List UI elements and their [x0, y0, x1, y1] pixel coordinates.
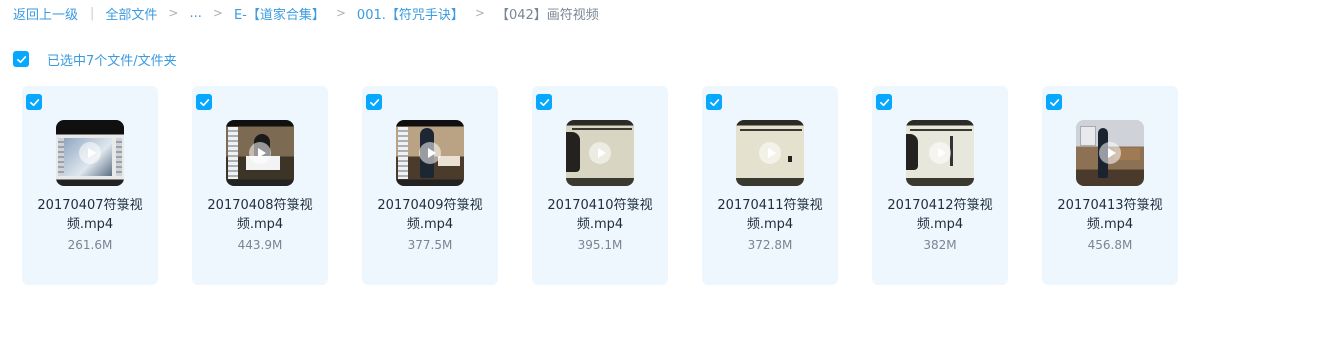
- file-checkbox[interactable]: [26, 94, 42, 110]
- file-name[interactable]: 20170408符箓视频.mp4: [200, 196, 320, 234]
- file-checkbox[interactable]: [536, 94, 552, 110]
- breadcrumb: 返回上一级 | 全部文件 > ... > E-【道家合集】 > 001.【符咒手…: [13, 4, 599, 23]
- video-thumbnail[interactable]: [566, 120, 634, 186]
- selection-count-label: 已选中7个文件/文件夹: [47, 53, 177, 69]
- play-icon: [1099, 142, 1121, 164]
- chevron-right-icon: >: [168, 6, 179, 20]
- check-icon: [29, 98, 39, 106]
- breadcrumb-level2[interactable]: 001.【符咒手诀】: [357, 4, 464, 23]
- file-card[interactable]: 20170409符箓视频.mp4 377.5M: [362, 86, 498, 285]
- check-icon: [709, 98, 719, 106]
- file-size: 395.1M: [577, 238, 623, 252]
- file-card[interactable]: 20170407符箓视频.mp4 261.6M: [22, 86, 158, 285]
- file-card[interactable]: 20170410符箓视频.mp4 395.1M: [532, 86, 668, 285]
- play-icon: [759, 142, 781, 164]
- check-icon: [199, 98, 209, 106]
- file-checkbox[interactable]: [706, 94, 722, 110]
- video-thumbnail[interactable]: [56, 120, 124, 186]
- file-name[interactable]: 20170410符箓视频.mp4: [540, 196, 660, 234]
- video-thumbnail[interactable]: [226, 120, 294, 186]
- play-icon: [419, 142, 441, 164]
- play-icon: [589, 142, 611, 164]
- file-name[interactable]: 20170413符箓视频.mp4: [1050, 196, 1170, 234]
- video-thumbnail[interactable]: [906, 120, 974, 186]
- check-icon: [1049, 98, 1059, 106]
- check-icon: [16, 55, 26, 63]
- chevron-right-icon: >: [474, 6, 485, 20]
- file-name[interactable]: 20170412符箓视频.mp4: [880, 196, 1000, 234]
- check-icon: [879, 98, 889, 106]
- breadcrumb-ellipsis[interactable]: ...: [189, 6, 201, 21]
- check-icon: [539, 98, 549, 106]
- file-size: 443.9M: [237, 238, 283, 252]
- breadcrumb-divider: |: [90, 5, 95, 21]
- breadcrumb-current: 【042】画符视频: [495, 7, 599, 23]
- select-all-row: 已选中7个文件/文件夹: [13, 50, 177, 69]
- file-checkbox[interactable]: [196, 94, 212, 110]
- file-checkbox[interactable]: [366, 94, 382, 110]
- file-card[interactable]: 20170412符箓视频.mp4 382M: [872, 86, 1008, 285]
- file-checkbox[interactable]: [1046, 94, 1062, 110]
- file-checkbox[interactable]: [876, 94, 892, 110]
- play-icon: [249, 142, 271, 164]
- file-card[interactable]: 20170408符箓视频.mp4 443.9M: [192, 86, 328, 285]
- file-size: 382M: [923, 238, 957, 252]
- file-card[interactable]: 20170413符箓视频.mp4 456.8M: [1042, 86, 1178, 285]
- breadcrumb-all-files[interactable]: 全部文件: [105, 4, 157, 23]
- back-link[interactable]: 返回上一级: [13, 4, 78, 23]
- file-size: 456.8M: [1087, 238, 1133, 252]
- chevron-right-icon: >: [212, 6, 223, 20]
- file-name[interactable]: 20170411符箓视频.mp4: [710, 196, 830, 234]
- file-size: 261.6M: [67, 238, 113, 252]
- play-icon: [79, 142, 101, 164]
- play-icon: [929, 142, 951, 164]
- select-all-checkbox[interactable]: [13, 51, 29, 67]
- video-thumbnail[interactable]: [1076, 120, 1144, 186]
- video-thumbnail[interactable]: [396, 120, 464, 186]
- file-size: 377.5M: [407, 238, 453, 252]
- file-name[interactable]: 20170409符箓视频.mp4: [370, 196, 490, 234]
- video-thumbnail[interactable]: [736, 120, 804, 186]
- file-name[interactable]: 20170407符箓视频.mp4: [30, 196, 150, 234]
- file-card[interactable]: 20170411符箓视频.mp4 372.8M: [702, 86, 838, 285]
- breadcrumb-level1[interactable]: E-【道家合集】: [234, 4, 325, 23]
- chevron-right-icon: >: [335, 6, 346, 20]
- check-icon: [369, 98, 379, 106]
- file-size: 372.8M: [747, 238, 793, 252]
